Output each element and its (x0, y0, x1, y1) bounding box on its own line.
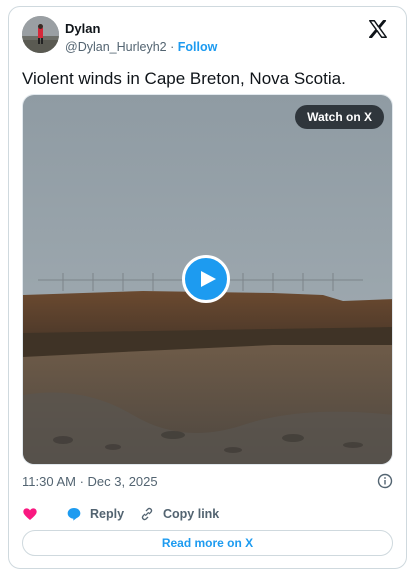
video-media[interactable]: Watch on X (22, 94, 393, 465)
link-icon (141, 507, 153, 521)
author-handle[interactable]: @Dylan_Hurleyh2 (65, 40, 167, 54)
author-handle-line: @Dylan_Hurleyh2 · Follow (65, 40, 217, 54)
reply-icon (67, 508, 81, 521)
reply-button[interactable]: Reply (66, 504, 124, 524)
avatar[interactable] (22, 16, 59, 53)
action-bar: Reply Copy link (22, 504, 393, 524)
heart-icon (23, 508, 37, 520)
like-button[interactable] (22, 504, 38, 524)
tweet-embed-card: Dylan @Dylan_Hurleyh2 · Follow Violent w… (8, 6, 407, 569)
tweet-timestamp[interactable]: 11:30 AM · Dec 3, 2025 (22, 474, 158, 489)
tweet-header: Dylan @Dylan_Hurleyh2 · Follow (22, 16, 392, 56)
separator-dot: · (170, 40, 175, 54)
info-icon[interactable] (377, 473, 393, 489)
tweet-text: Violent winds in Cape Breton, Nova Scoti… (22, 69, 346, 88)
watch-on-x-button[interactable]: Watch on X (295, 105, 384, 129)
copy-link-label: Copy link (163, 507, 220, 521)
author-name[interactable]: Dylan (65, 21, 100, 36)
play-button[interactable] (182, 255, 230, 303)
follow-button[interactable]: Follow (178, 40, 218, 54)
x-logo-icon[interactable] (367, 18, 389, 40)
read-more-button[interactable]: Read more on X (22, 530, 393, 556)
play-icon (201, 271, 216, 287)
reply-label: Reply (90, 507, 125, 521)
copy-link-button[interactable]: Copy link (139, 504, 219, 524)
